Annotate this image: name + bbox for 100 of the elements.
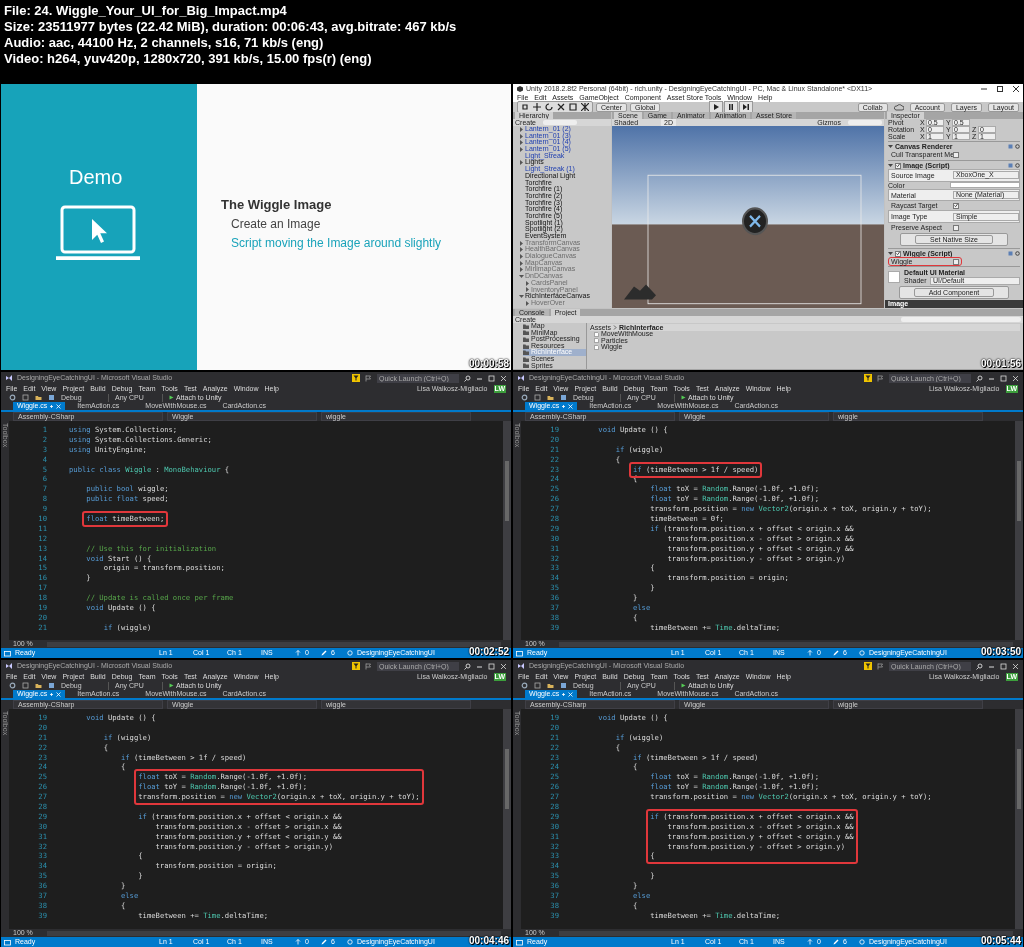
checkbox[interactable] [953,202,959,209]
flag-icon [365,374,372,382]
timestamp: 00:01:56 [980,358,1021,369]
file-info-text: Audio: aac, 44100 Hz, 2 channels, s16, 71 kb/s (eng) [4,35,324,51]
ribbon-logo-icon [5,662,13,670]
tool-icon [533,103,541,111]
cube-logo-icon [517,85,523,92]
funnel-icon [864,662,872,670]
collapse-arrow-icon [888,163,893,168]
play-button[interactable] [709,101,724,113]
collapse-arrow-icon [888,144,893,149]
search-icon [976,374,983,382]
pin-icon [561,691,567,697]
minimize-icon [981,85,987,92]
pause-icon [727,103,736,111]
window-icon [516,649,523,657]
close-icon [56,691,62,697]
checkmark-icon [896,163,900,168]
maximize-icon [1000,374,1007,382]
funnel-icon [864,374,872,382]
up-arrow-icon [807,650,813,656]
close-icon [568,691,574,697]
pin-icon [49,691,55,697]
vertical-scrollbar[interactable] [503,709,511,929]
funnel-icon [352,662,360,670]
play-icon [169,395,174,400]
pencil-icon [833,650,839,656]
file-info-text: File: 24. Wiggle_Your_UI_for_Big_Impact.mp4 [4,3,287,19]
pin-icon [561,403,567,409]
vertical-scrollbar[interactable] [1015,709,1023,929]
flag-icon [877,374,884,382]
vertical-scrollbar[interactable] [503,421,511,640]
window-icon [4,649,11,657]
search-field[interactable] [848,120,882,125]
timestamp: 00:00:58 [468,358,509,369]
search-field[interactable] [901,317,1021,322]
funnel-icon [352,374,360,382]
pencil-icon [321,650,327,656]
bullet-text: Script moving the Image around slightly [230,235,442,251]
horizontal-scrollbar[interactable] [559,641,1013,647]
maximize-icon [488,662,495,670]
slide-title: Demo [69,166,123,188]
search-icon [464,374,471,382]
new-file-icon [534,394,541,401]
checkbox[interactable] [953,224,959,231]
horizontal-scrollbar[interactable] [47,641,501,647]
up-arrow-icon [807,939,813,945]
checkmark-icon [954,203,958,209]
new-file-icon [534,682,541,689]
vertical-scrollbar[interactable] [1015,421,1023,640]
step-button[interactable] [739,101,754,113]
pencil-icon [321,939,327,945]
play-icon [169,683,174,688]
ribbon-logo-icon [517,374,525,382]
search-icon [464,662,471,670]
new-file-icon [22,394,29,401]
collapse-arrow-icon [888,251,893,256]
checkbox[interactable] [953,151,959,158]
close-icon [56,403,62,409]
file-info-text: Size: 23511977 bytes (22.42 MiB), duration: 00:06:43, avg.bitrate: 467 kb/s [4,19,457,35]
cloud-icon [893,103,904,111]
tool-icon [557,103,565,111]
pin-icon [49,403,55,409]
step-icon [742,103,751,111]
pencil-icon [833,939,839,945]
close-icon [500,374,507,382]
timestamp: 00:02:52 [468,646,509,657]
chevron-icon [613,325,617,330]
horizontal-scrollbar[interactable] [559,930,1013,936]
close-icon [1012,662,1019,670]
close-icon [500,662,507,670]
new-file-icon [22,682,29,689]
transform-tools[interactable] [517,101,593,113]
maximize-icon [997,85,1003,92]
maximize-icon [1000,662,1007,670]
timestamp: 00:05:44 [980,935,1021,946]
up-arrow-icon [295,650,301,656]
horizontal-scrollbar[interactable] [47,930,501,936]
window-icon [4,938,11,946]
search-icon [976,662,983,670]
file-info-text: Video: h264, yuv420p, 1280x720, 391 kb/s, 15.00 fps(r) (eng) [4,51,372,67]
search-field[interactable] [543,120,577,125]
close-icon [568,403,574,409]
checkbox[interactable] [953,258,959,265]
bullet-text: Create an Image [230,216,321,232]
enabled-checkbox[interactable] [895,162,901,169]
close-icon [1012,374,1019,382]
enabled-checkbox[interactable] [895,250,901,257]
tool-icon [569,103,577,111]
timestamp: 00:04:46 [468,935,509,946]
maximize-icon [488,374,495,382]
ribbon-logo-icon [5,374,13,382]
tool-icon [545,103,553,111]
tool-icon [521,103,529,111]
pause-button[interactable] [724,101,739,113]
material-thumbnail [888,271,900,283]
color-swatch[interactable] [950,182,1020,189]
close-icon [1013,85,1019,92]
flag-icon [365,662,372,670]
slide-heading: The Wiggle Image [221,197,332,213]
